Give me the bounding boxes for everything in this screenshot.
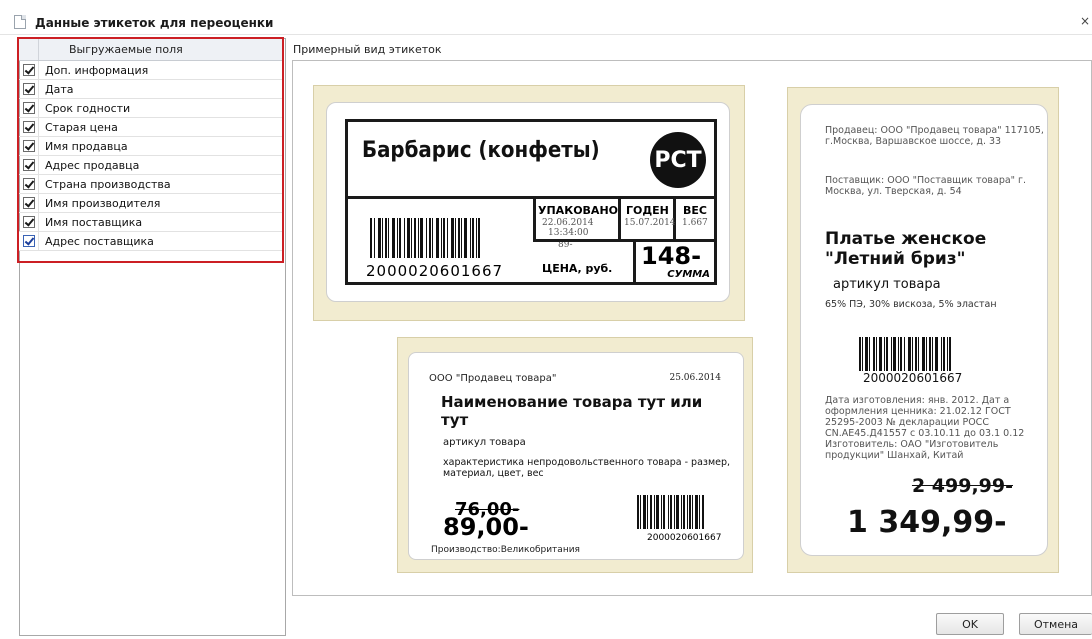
- divider: [618, 199, 621, 239]
- barcode: [859, 337, 951, 371]
- weight-value: 1.667: [682, 218, 708, 228]
- field-row-seller-address[interactable]: Адрес продавца: [19, 156, 282, 175]
- field-checkbox[interactable]: [22, 178, 35, 190]
- supplier-info: Поставщик: ООО "Поставщик товара" г. Мос…: [825, 175, 1027, 197]
- label-date: 25.06.2014: [669, 373, 721, 383]
- product-name: Барбарис (конфеты): [362, 138, 600, 163]
- new-price: 89,00-: [443, 513, 529, 541]
- article-label: артикул товара: [443, 437, 526, 448]
- product-name: Наименование товара тут или тут: [441, 393, 703, 429]
- label-sample-nonfood: ООО "Продавец товара" 25.06.2014 Наимено…: [397, 337, 753, 573]
- document-icon: [14, 15, 26, 29]
- field-checkbox-cell: [19, 61, 39, 79]
- field-checkbox-cell: [19, 118, 39, 136]
- close-icon[interactable]: ×: [1080, 14, 1090, 28]
- field-label: Имя продавца: [45, 139, 128, 153]
- field-label: Старая цена: [45, 120, 118, 134]
- label-sample-candy: Барбарис (конфеты) РСТ УПАКОВАНО ГОДЕН В…: [313, 85, 745, 321]
- field-label: Адрес поставщика: [45, 234, 154, 248]
- header-checkbox-column: [19, 39, 39, 60]
- packed-header: УПАКОВАНО: [538, 204, 618, 217]
- field-checkbox[interactable]: [22, 140, 35, 152]
- seller-info: Продавец: ООО "Продавец товара" 117105, …: [825, 125, 1044, 147]
- field-checkbox[interactable]: [22, 102, 35, 114]
- field-row-seller-name[interactable]: Имя продавца: [19, 137, 282, 156]
- field-checkbox[interactable]: [22, 197, 35, 209]
- price-value: 148-: [641, 242, 702, 270]
- field-label: Срок годности: [45, 101, 131, 115]
- window-title: Данные этикеток для переоценки: [35, 16, 274, 30]
- field-checkbox-cell: [19, 80, 39, 98]
- cancel-button[interactable]: Отмена: [1019, 613, 1092, 635]
- field-checkbox-cell: [19, 99, 39, 117]
- sum-label: СУММА: [667, 269, 710, 280]
- field-checkbox-cell: [19, 213, 39, 231]
- divider: [633, 239, 636, 283]
- article-label: артикул товара: [833, 277, 941, 292]
- composition: 65% ПЭ, 30% вискоза, 5% эластан: [825, 299, 997, 310]
- fields-panel: Выгружаемые поля Доп. информация Дата Ср…: [17, 37, 286, 636]
- field-row-old-price[interactable]: Старая цена: [19, 118, 282, 137]
- window-title-bar: Данные этикеток для переоценки ×: [0, 0, 1092, 35]
- field-row-shelf-life[interactable]: Срок годности: [19, 99, 282, 118]
- field-label: Доп. информация: [45, 63, 149, 77]
- field-row-date[interactable]: Дата: [19, 80, 282, 99]
- origin-country: Производство:Великобритания: [431, 545, 580, 555]
- field-checkbox-cell: [19, 232, 39, 250]
- field-checkbox-cell: [19, 175, 39, 193]
- field-checkbox-cell: [19, 194, 39, 212]
- barcode: [370, 218, 480, 258]
- weight-header: ВЕС: [683, 204, 707, 217]
- fields-table-highlight: Выгружаемые поля Доп. информация Дата Ср…: [17, 37, 284, 263]
- price-currency-label: ЦЕНА, руб.: [542, 262, 613, 275]
- field-checkbox-cell: [19, 156, 39, 174]
- label-sample-dress: Продавец: ООО "Продавец товара" 117105, …: [787, 87, 1059, 573]
- field-label: Имя производителя: [45, 196, 161, 210]
- barcode-number: 2000020601667: [647, 533, 722, 543]
- label-inner: Продавец: ООО "Продавец товара" 117105, …: [800, 104, 1048, 556]
- field-checkbox[interactable]: [22, 216, 35, 228]
- product-name: Платье женское "Летний бриз": [825, 229, 987, 269]
- field-label: Имя поставщика: [45, 215, 143, 229]
- field-row-dop-info[interactable]: Доп. информация: [19, 61, 282, 80]
- new-price: 1 349,99-: [847, 505, 1007, 540]
- field-row-supplier-name[interactable]: Имя поставщика: [19, 213, 282, 232]
- field-checkbox[interactable]: [22, 64, 35, 76]
- fields-table-header: Выгружаемые поля: [19, 39, 282, 61]
- best-before-header: ГОДЕН: [626, 204, 669, 217]
- old-price: 2 499,99-: [911, 475, 1013, 497]
- field-row-supplier-address[interactable]: Адрес поставщика: [19, 232, 282, 251]
- field-checkbox[interactable]: [22, 235, 35, 247]
- field-checkbox-cell: [19, 137, 39, 155]
- field-checkbox[interactable]: [22, 121, 35, 133]
- field-row-manufacturer[interactable]: Имя производителя: [19, 194, 282, 213]
- field-row-country[interactable]: Страна производства: [19, 175, 282, 194]
- barcode: [637, 495, 704, 529]
- product-description: характеристика непродовольственного това…: [443, 457, 731, 479]
- packed-date: 22.06.2014: [542, 218, 594, 228]
- label-inner: Барбарис (конфеты) РСТ УПАКОВАНО ГОДЕН В…: [326, 102, 730, 302]
- field-checkbox[interactable]: [22, 83, 35, 95]
- packed-time: 13:34:00: [548, 228, 589, 238]
- divider: [533, 199, 536, 239]
- product-details: Дата изготовления: янв. 2012. Дат а офор…: [825, 395, 1025, 461]
- seller-name: ООО "Продавец товара": [429, 373, 557, 384]
- fields-header-label: Выгружаемые поля: [69, 43, 183, 56]
- field-checkbox[interactable]: [22, 159, 35, 171]
- rst-certification-icon: РСТ: [650, 132, 706, 188]
- ok-button[interactable]: OK: [936, 613, 1004, 635]
- field-label: Дата: [45, 82, 74, 96]
- divider: [348, 196, 714, 199]
- label-inner: ООО "Продавец товара" 25.06.2014 Наимено…: [408, 352, 744, 560]
- barcode-number: 2000020601667: [863, 371, 963, 385]
- preview-frame: Барбарис (конфеты) РСТ УПАКОВАНО ГОДЕН В…: [292, 60, 1092, 596]
- preview-caption: Примерный вид этикеток: [293, 43, 442, 56]
- barcode-number: 2000020601667: [366, 262, 504, 280]
- best-before-date: 15.07.2014: [624, 218, 676, 228]
- field-label: Страна производства: [45, 177, 171, 191]
- field-label: Адрес продавца: [45, 158, 140, 172]
- label-frame: Барбарис (конфеты) РСТ УПАКОВАНО ГОДЕН В…: [345, 119, 717, 285]
